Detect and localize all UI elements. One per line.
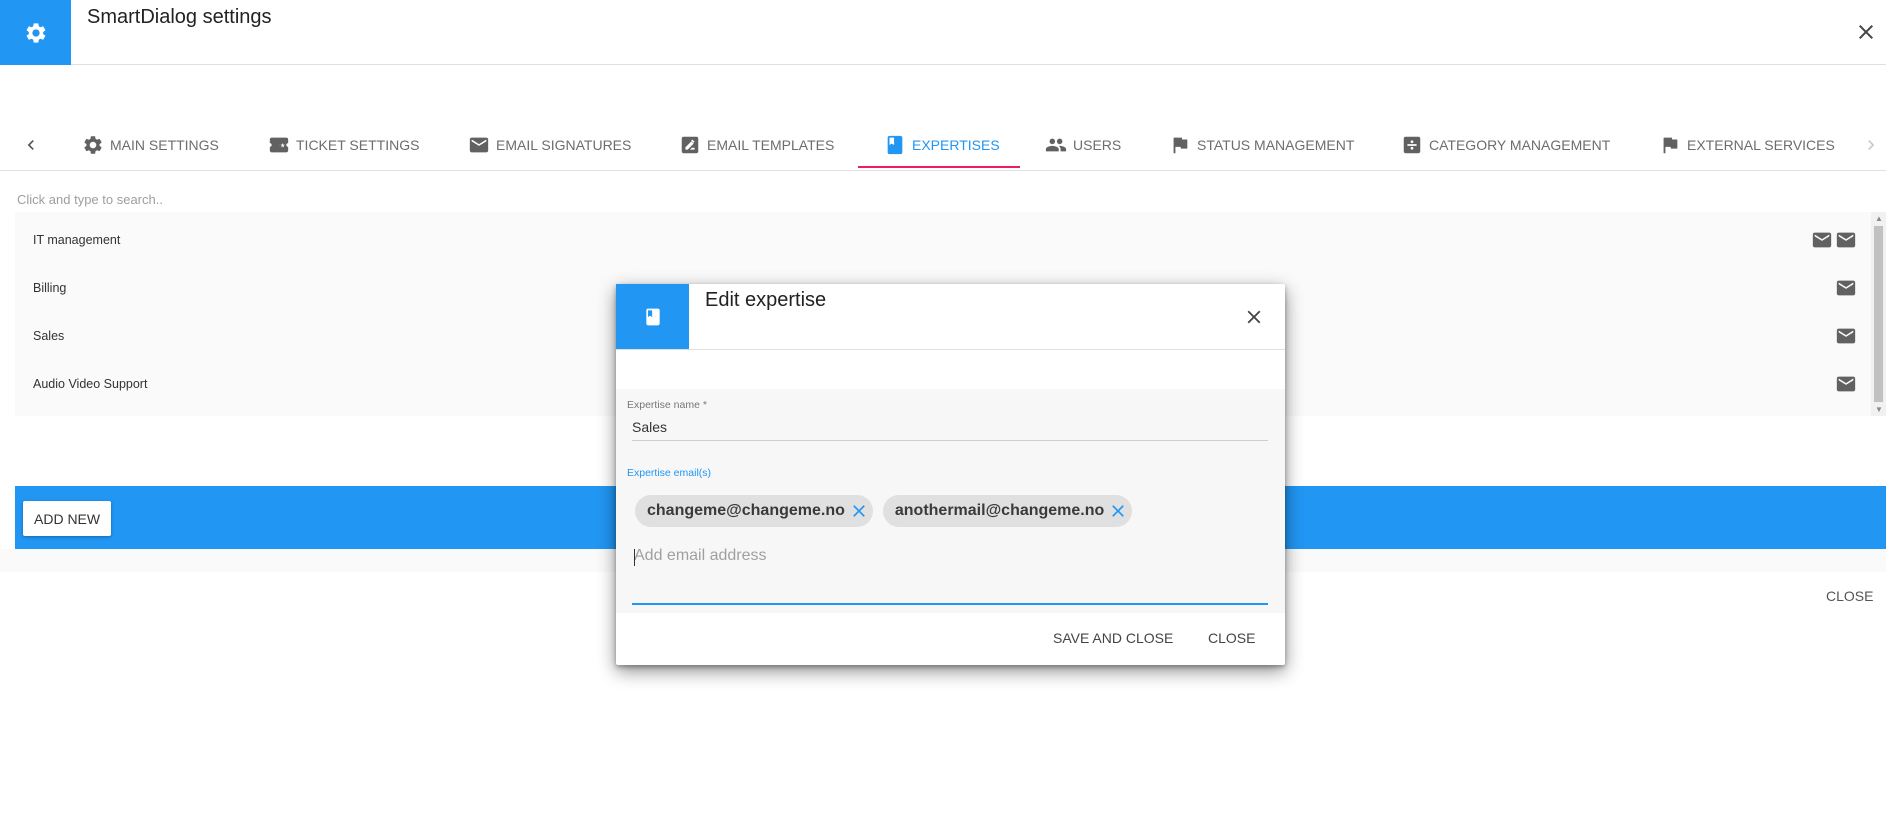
tab-users[interactable]: USERS: [1039, 119, 1127, 171]
people-icon: [1045, 138, 1067, 152]
edit-expertise-dialog: Edit expertise Expertise name * Sales Ex…: [616, 284, 1285, 665]
scrollbar-thumb[interactable]: [1874, 226, 1883, 402]
tab-label: STATUS MANAGEMENT: [1197, 137, 1355, 153]
expertise-name-label: Expertise name *: [627, 399, 707, 411]
gear-icon: [84, 136, 102, 154]
tab-label: TICKET SETTINGS: [296, 137, 420, 153]
dialog-title: Edit expertise: [705, 289, 827, 311]
settings-tabs: MAIN SETTINGS TICKET SETTINGS EMAIL SIGN…: [0, 119, 1886, 171]
tab-email-templates[interactable]: EMAIL TEMPLATES: [673, 119, 840, 171]
remove-icon[interactable]: [849, 501, 869, 521]
tab-category-management[interactable]: CATEGORY MANAGEMENT: [1395, 119, 1616, 171]
template-icon: [681, 136, 699, 154]
page-title: SmartDialog settings: [87, 6, 272, 28]
tab-external-services[interactable]: EXTERNAL SERVICES: [1653, 119, 1841, 171]
close-icon[interactable]: [1854, 20, 1878, 44]
email-input[interactable]: [632, 545, 1268, 565]
tab-status-management[interactable]: STATUS MANAGEMENT: [1163, 119, 1360, 171]
tab-email-signatures[interactable]: EMAIL SIGNATURES: [462, 119, 637, 171]
tab-main-settings[interactable]: MAIN SETTINGS: [76, 119, 225, 171]
book-icon: [645, 308, 660, 325]
chip-label: changeme@changeme.no: [647, 502, 845, 519]
tab-label: EXTERNAL SERVICES: [1687, 137, 1835, 153]
chevron-left-icon: [27, 140, 34, 150]
search-field: [17, 189, 1886, 213]
dialog-divider: [616, 349, 1285, 350]
mail-icons: [1835, 373, 1857, 395]
tab-label: EMAIL SIGNATURES: [496, 137, 632, 153]
ticket-icon: [269, 137, 289, 153]
flag-icon: [1173, 137, 1188, 154]
settings-header: SmartDialog settings: [0, 0, 1886, 65]
scroll-up-icon[interactable]: ▲: [1875, 214, 1883, 223]
mail-icons: [1835, 277, 1857, 299]
tab-label: CATEGORY MANAGEMENT: [1429, 137, 1611, 153]
tab-ticket-settings[interactable]: TICKET SETTINGS: [262, 119, 425, 171]
add-new-button[interactable]: ADD NEW: [23, 501, 112, 536]
tabs-scroll-right-button[interactable]: [1857, 131, 1885, 159]
email-chips: changeme@changeme.no anothermail@changem…: [635, 495, 1133, 527]
mail-icons: [1835, 325, 1857, 347]
chip-label: anothermail@changeme.no: [894, 502, 1105, 519]
tab-label: EMAIL TEMPLATES: [707, 137, 835, 153]
envelope-icon: [1836, 232, 1856, 248]
dialog-icon-box: [616, 284, 689, 349]
remove-icon[interactable]: [1108, 501, 1128, 521]
email-chip[interactable]: anothermail@changeme.no: [882, 495, 1133, 527]
expertise-name: Sales: [33, 329, 65, 343]
mail-icons: [1811, 229, 1857, 251]
search-input[interactable]: [17, 189, 1886, 207]
envelope-icon: [1812, 232, 1832, 248]
envelope-icon: [469, 137, 489, 153]
tab-label: USERS: [1073, 137, 1122, 153]
email-chip[interactable]: changeme@changeme.no: [635, 495, 873, 527]
list-scrollbar[interactable]: ▲ ▼: [1871, 212, 1886, 416]
envelope-icon: [1836, 280, 1856, 296]
expertise-name: Audio Video Support: [33, 377, 148, 391]
active-tab-indicator: [858, 166, 1020, 168]
expertise-name: IT management: [33, 233, 121, 247]
scroll-down-icon[interactable]: ▼: [1875, 405, 1883, 414]
category-icon: [1403, 136, 1421, 154]
email-input-field: [632, 545, 1268, 605]
close-icon[interactable]: [1243, 306, 1265, 328]
envelope-icon: [1836, 376, 1856, 392]
tab-expertises[interactable]: EXPERTISES: [878, 119, 1006, 171]
tab-label: MAIN SETTINGS: [110, 137, 219, 153]
expertise-name: Billing: [33, 281, 67, 295]
header-icon-box: [0, 0, 71, 65]
gear-icon: [26, 22, 45, 43]
dialog-close-button[interactable]: CLOSE: [1208, 630, 1255, 646]
tab-label: EXPERTISES: [912, 137, 1000, 153]
list-item[interactable]: IT management: [15, 216, 1871, 264]
dialog-body: Expertise name * Sales Expertise email(s…: [616, 389, 1285, 613]
flag-icon: [1663, 137, 1678, 154]
envelope-icon: [1836, 328, 1856, 344]
chevron-right-icon: [1868, 140, 1875, 150]
expertise-emails-label: Expertise email(s): [627, 467, 712, 479]
book-icon: [887, 135, 903, 155]
expertise-name-field[interactable]: Sales: [632, 419, 1268, 441]
text-caret: [634, 549, 635, 566]
save-and-close-button[interactable]: SAVE AND CLOSE: [1053, 630, 1173, 646]
close-button[interactable]: CLOSE: [1826, 588, 1873, 604]
tabs-scroll-left-button[interactable]: [17, 131, 45, 159]
